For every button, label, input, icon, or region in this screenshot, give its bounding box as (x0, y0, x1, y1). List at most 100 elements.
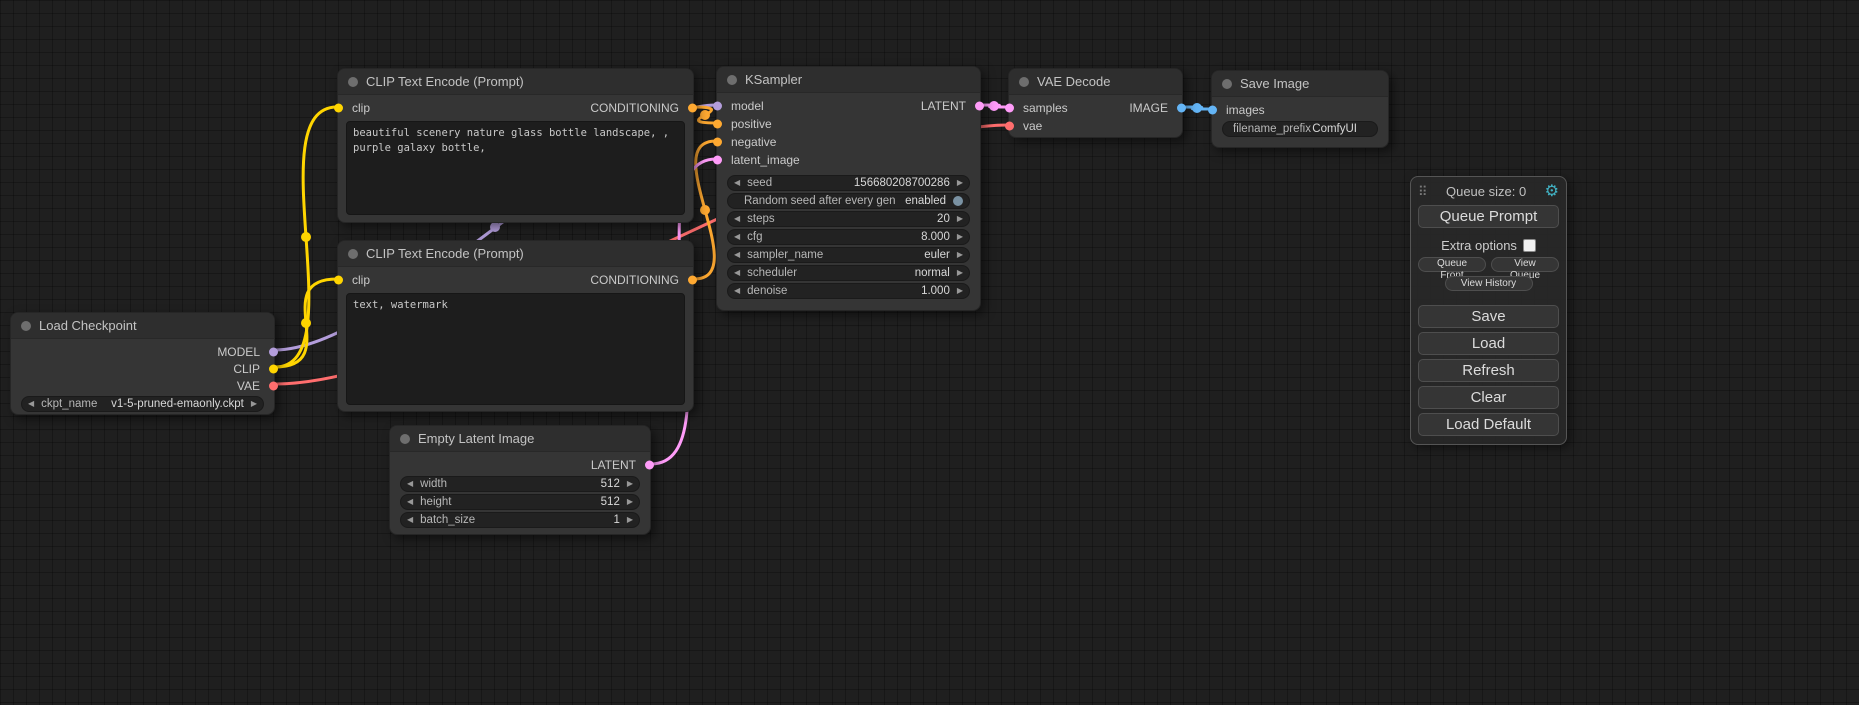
output-port-vae[interactable] (269, 381, 278, 390)
slot-row: CLIP (11, 360, 274, 377)
decrement-arrow-icon[interactable]: ◀ (407, 516, 413, 524)
output-port-clip[interactable] (269, 364, 278, 373)
node-ksampler[interactable]: KSampler model LATENT positive negative … (716, 66, 981, 311)
view-queue-button[interactable]: View Queue (1491, 257, 1559, 272)
output-port-latent[interactable] (975, 102, 984, 111)
increment-arrow-icon[interactable]: ▶ (627, 498, 633, 506)
collapse-dot-icon[interactable] (1222, 79, 1232, 89)
extra-options-label: Extra options (1441, 238, 1517, 253)
input-port-latent-image[interactable] (713, 156, 722, 165)
increment-arrow-icon[interactable]: ▶ (957, 215, 963, 223)
input-port-clip[interactable] (334, 276, 343, 285)
output-port-conditioning[interactable] (688, 104, 697, 113)
increment-arrow-icon[interactable]: ▶ (251, 400, 257, 408)
widget-seed[interactable]: ◀ seed 156680208700286 ▶ (727, 175, 970, 191)
output-port-model[interactable] (269, 347, 278, 356)
widget-sampler-name[interactable]: ◀ sampler_name euler ▶ (727, 247, 970, 263)
node-clip-text-encode-negative[interactable]: CLIP Text Encode (Prompt) clip CONDITION… (337, 240, 694, 412)
view-history-button[interactable]: View History (1445, 276, 1533, 291)
node-title-bar[interactable]: CLIP Text Encode (Prompt) (338, 69, 693, 95)
node-title-bar[interactable]: Empty Latent Image (390, 426, 650, 452)
input-label: model (731, 99, 764, 113)
output-port-latent[interactable] (645, 461, 654, 470)
node-save-image[interactable]: Save Image images filename_prefix ComfyU… (1211, 70, 1389, 148)
input-port-negative[interactable] (713, 138, 722, 147)
refresh-button[interactable]: Refresh (1418, 359, 1559, 382)
node-clip-text-encode-positive[interactable]: CLIP Text Encode (Prompt) clip CONDITION… (337, 68, 694, 223)
slot-row: LATENT (390, 456, 650, 474)
widget-width[interactable]: ◀ width 512 ▶ (400, 476, 640, 492)
widget-value: 1.000 (921, 285, 950, 297)
output-port-conditioning[interactable] (688, 276, 697, 285)
collapse-dot-icon[interactable] (727, 75, 737, 85)
node-empty-latent-image[interactable]: Empty Latent Image LATENT ◀ width 512 ▶ … (389, 425, 651, 535)
save-button[interactable]: Save (1418, 305, 1559, 328)
input-port-positive[interactable] (713, 120, 722, 129)
clear-button[interactable]: Clear (1418, 386, 1559, 409)
input-port-vae[interactable] (1005, 122, 1014, 131)
decrement-arrow-icon[interactable]: ◀ (407, 498, 413, 506)
extra-options-checkbox[interactable] (1523, 239, 1536, 252)
decrement-arrow-icon[interactable]: ◀ (734, 269, 740, 277)
widget-value: v1-5-pruned-emaonly.ckpt (111, 398, 244, 410)
increment-arrow-icon[interactable]: ▶ (627, 480, 633, 488)
widget-random-seed-toggle[interactable]: Random seed after every gen enabled (727, 193, 970, 209)
widget-filename-prefix[interactable]: filename_prefix ComfyUI (1222, 121, 1378, 137)
load-default-button[interactable]: Load Default (1418, 413, 1559, 436)
widget-value: 8.000 (921, 231, 950, 243)
widget-height[interactable]: ◀ height 512 ▶ (400, 494, 640, 510)
increment-arrow-icon[interactable]: ▶ (957, 251, 963, 259)
decrement-arrow-icon[interactable]: ◀ (734, 215, 740, 223)
slot-row: positive (717, 115, 980, 133)
slot-row: VAE (11, 377, 274, 394)
node-title-bar[interactable]: Save Image (1212, 71, 1388, 97)
decrement-arrow-icon[interactable]: ◀ (407, 480, 413, 488)
decrement-arrow-icon[interactable]: ◀ (734, 179, 740, 187)
node-title-bar[interactable]: CLIP Text Encode (Prompt) (338, 241, 693, 267)
widget-batch-size[interactable]: ◀ batch_size 1 ▶ (400, 512, 640, 528)
node-title-bar[interactable]: KSampler (717, 67, 980, 93)
drag-handle-icon[interactable]: ⠿ (1418, 185, 1428, 198)
input-port-clip[interactable] (334, 104, 343, 113)
widget-steps[interactable]: ◀ steps 20 ▶ (727, 211, 970, 227)
node-vae-decode[interactable]: VAE Decode samples IMAGE vae (1008, 68, 1183, 138)
negative-prompt-textarea[interactable]: text, watermark (346, 293, 685, 405)
collapse-dot-icon[interactable] (400, 434, 410, 444)
node-title-bar[interactable]: Load Checkpoint (11, 313, 274, 339)
node-title: VAE Decode (1037, 74, 1110, 89)
wire-midpoint-dot (490, 222, 500, 232)
collapse-dot-icon[interactable] (348, 77, 358, 87)
input-port-images[interactable] (1208, 106, 1217, 115)
load-button[interactable]: Load (1418, 332, 1559, 355)
toggle-dot-icon[interactable] (953, 196, 963, 206)
node-graph-canvas[interactable]: Load Checkpoint MODEL CLIP VAE ◀ ckpt_na… (0, 0, 1859, 705)
settings-gear-icon[interactable]: ⚙ (1545, 184, 1559, 200)
input-port-samples[interactable] (1005, 104, 1014, 113)
input-port-model[interactable] (713, 102, 722, 111)
increment-arrow-icon[interactable]: ▶ (957, 269, 963, 277)
queue-prompt-button[interactable]: Queue Prompt (1418, 205, 1559, 228)
collapse-dot-icon[interactable] (1019, 77, 1029, 87)
decrement-arrow-icon[interactable]: ◀ (734, 251, 740, 259)
queue-front-button[interactable]: Queue Front (1418, 257, 1486, 272)
node-title: Load Checkpoint (39, 318, 137, 333)
output-port-image[interactable] (1177, 104, 1186, 113)
widget-denoise[interactable]: ◀ denoise 1.000 ▶ (727, 283, 970, 299)
widget-scheduler[interactable]: ◀ scheduler normal ▶ (727, 265, 970, 281)
node-title-bar[interactable]: VAE Decode (1009, 69, 1182, 95)
widget-cfg[interactable]: ◀ cfg 8.000 ▶ (727, 229, 970, 245)
increment-arrow-icon[interactable]: ▶ (957, 233, 963, 241)
node-load-checkpoint[interactable]: Load Checkpoint MODEL CLIP VAE ◀ ckpt_na… (10, 312, 275, 415)
increment-arrow-icon[interactable]: ▶ (957, 179, 963, 187)
widget-label: cfg (747, 231, 762, 243)
decrement-arrow-icon[interactable]: ◀ (734, 233, 740, 241)
collapse-dot-icon[interactable] (348, 249, 358, 259)
positive-prompt-textarea[interactable]: beautiful scenery nature glass bottle la… (346, 121, 685, 215)
collapse-dot-icon[interactable] (21, 321, 31, 331)
increment-arrow-icon[interactable]: ▶ (627, 516, 633, 524)
decrement-arrow-icon[interactable]: ◀ (28, 400, 34, 408)
increment-arrow-icon[interactable]: ▶ (957, 287, 963, 295)
widget-ckpt-name[interactable]: ◀ ckpt_name v1-5-pruned-emaonly.ckpt ▶ (21, 396, 264, 412)
output-label: LATENT (921, 99, 966, 113)
decrement-arrow-icon[interactable]: ◀ (734, 287, 740, 295)
